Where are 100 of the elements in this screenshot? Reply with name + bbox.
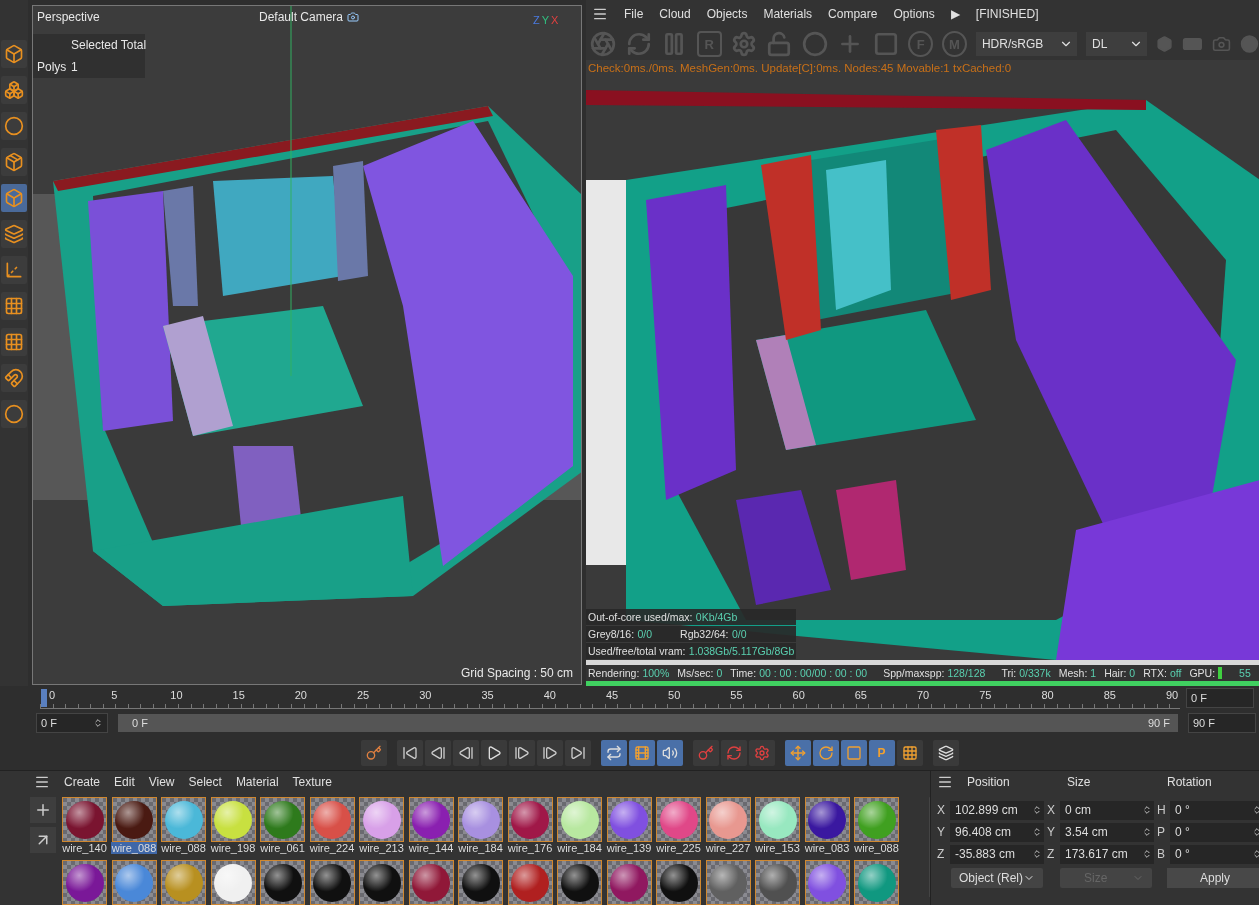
axis-icon[interactable] — [1, 256, 27, 284]
material-name[interactable]: wire_184 — [457, 842, 504, 854]
material-name[interactable]: wire_224 — [308, 842, 356, 854]
spinner-icon[interactable] — [1032, 827, 1042, 837]
mode-dropdown[interactable]: Object (Rel) — [951, 868, 1043, 888]
start-frame-field[interactable]: 0 F — [36, 713, 108, 733]
menu-item[interactable]: Objects — [706, 7, 748, 21]
key-icon[interactable] — [360, 740, 387, 766]
material-swatch[interactable] — [854, 860, 899, 905]
spinner-icon[interactable] — [1142, 849, 1152, 859]
material-swatch[interactable] — [111, 797, 157, 842]
grid-icon[interactable] — [1, 292, 27, 320]
step-back-icon[interactable] — [452, 740, 479, 766]
package-icon[interactable] — [1, 148, 27, 176]
step-forward-icon[interactable] — [508, 740, 535, 766]
menu-item[interactable]: View — [148, 775, 175, 789]
end-frame-field[interactable]: 90 F — [1188, 713, 1256, 733]
loop-icon[interactable] — [600, 740, 627, 766]
move-icon[interactable] — [784, 740, 811, 766]
current-frame-field[interactable]: 0 F — [1186, 688, 1254, 708]
cubes-icon[interactable] — [1, 76, 27, 104]
material-swatch[interactable] — [705, 797, 751, 842]
material-swatch[interactable] — [507, 860, 553, 905]
menu-item[interactable]: File — [624, 7, 644, 21]
menu-item[interactable]: Options — [893, 7, 935, 21]
material-swatch[interactable] — [557, 860, 602, 905]
menu-icon[interactable] — [592, 6, 608, 22]
material-swatch[interactable] — [755, 797, 800, 842]
material-swatch[interactable] — [359, 860, 404, 905]
material-swatch[interactable] — [804, 860, 850, 905]
coordinate-field[interactable]: 96.408 cm — [950, 822, 1044, 842]
menu-item[interactable]: Create — [64, 775, 101, 789]
material-name[interactable]: wire_184 — [556, 842, 603, 854]
more-arrow[interactable]: ▶ — [950, 7, 960, 21]
material-name[interactable]: wire_088 — [110, 842, 158, 854]
settings-icon[interactable] — [748, 740, 775, 766]
material-swatch[interactable] — [210, 860, 256, 905]
scale-icon[interactable] — [840, 740, 867, 766]
material-swatch[interactable] — [111, 860, 157, 905]
material-swatch[interactable] — [606, 860, 652, 905]
layers-icon[interactable] — [932, 740, 959, 766]
mode-dropdown[interactable]: DL — [1085, 32, 1148, 56]
material-swatch[interactable] — [62, 797, 107, 842]
material-name[interactable]: wire_213 — [358, 842, 405, 854]
material-swatch[interactable] — [656, 860, 701, 905]
material-swatch[interactable] — [606, 797, 652, 842]
material-swatch[interactable] — [458, 860, 503, 905]
menu-icon[interactable] — [937, 774, 953, 790]
step-back-icon[interactable] — [424, 740, 451, 766]
material-swatch[interactable] — [210, 797, 256, 842]
material-name[interactable]: wire_198 — [209, 842, 257, 854]
menu-item[interactable]: Compare — [828, 7, 878, 21]
menu-item[interactable]: Texture — [292, 775, 332, 789]
material-swatch[interactable] — [557, 797, 602, 842]
material-name[interactable]: wire_153 — [754, 842, 801, 854]
layers-icon[interactable] — [1, 220, 27, 248]
material-swatch[interactable] — [161, 860, 206, 905]
material-swatch[interactable] — [458, 797, 503, 842]
material-name[interactable]: wire_225 — [655, 842, 702, 854]
key-icon[interactable] — [692, 740, 719, 766]
coordinate-field[interactable]: 0 cm — [1060, 800, 1154, 820]
coordinate-field[interactable]: 0 ° — [1170, 844, 1259, 864]
material-swatch[interactable] — [359, 797, 404, 842]
material-swatch[interactable] — [656, 797, 701, 842]
material-name[interactable]: wire_139 — [605, 842, 653, 854]
step-forward-icon[interactable] — [536, 740, 563, 766]
material-swatch[interactable] — [260, 797, 305, 842]
material-name[interactable]: wire_088 — [160, 842, 207, 854]
magnet-icon[interactable] — [1, 364, 27, 392]
rotate-icon[interactable] — [812, 740, 839, 766]
material-name[interactable]: wire_227 — [704, 842, 752, 854]
material-swatch[interactable] — [408, 860, 454, 905]
spinner-icon[interactable] — [1032, 805, 1042, 815]
menu-item[interactable]: Cloud — [659, 7, 691, 21]
material-name[interactable]: wire_061 — [259, 842, 306, 854]
skip-start-icon[interactable] — [396, 740, 423, 766]
menu-icon[interactable] — [34, 774, 50, 790]
skip-end-icon[interactable] — [564, 740, 591, 766]
material-swatch[interactable] — [408, 797, 454, 842]
material-swatch[interactable] — [755, 860, 800, 905]
speaker-icon[interactable] — [656, 740, 683, 766]
color-space-dropdown[interactable]: HDR/sRGB — [975, 32, 1077, 56]
grid-icon[interactable] — [1, 328, 27, 356]
material-name[interactable]: wire_144 — [407, 842, 455, 854]
menu-item[interactable]: Materials — [763, 7, 813, 21]
spinner-icon[interactable] — [93, 718, 103, 728]
material-swatch[interactable] — [507, 797, 553, 842]
material-swatch[interactable] — [161, 797, 206, 842]
material-name[interactable]: wire_088 — [853, 842, 900, 854]
playhead-handle[interactable] — [41, 689, 47, 707]
add-icon[interactable] — [30, 797, 56, 823]
menu-item[interactable]: Edit — [114, 775, 135, 789]
spinner-icon[interactable] — [1142, 827, 1152, 837]
material-name[interactable]: wire_176 — [506, 842, 554, 854]
material-swatch[interactable] — [260, 860, 305, 905]
spinner-icon[interactable] — [1252, 849, 1259, 859]
coordinate-field[interactable]: 0 ° — [1170, 800, 1259, 820]
spinner-icon[interactable] — [1252, 805, 1259, 815]
menu-item[interactable]: Select — [188, 775, 222, 789]
material-swatch[interactable] — [804, 797, 850, 842]
